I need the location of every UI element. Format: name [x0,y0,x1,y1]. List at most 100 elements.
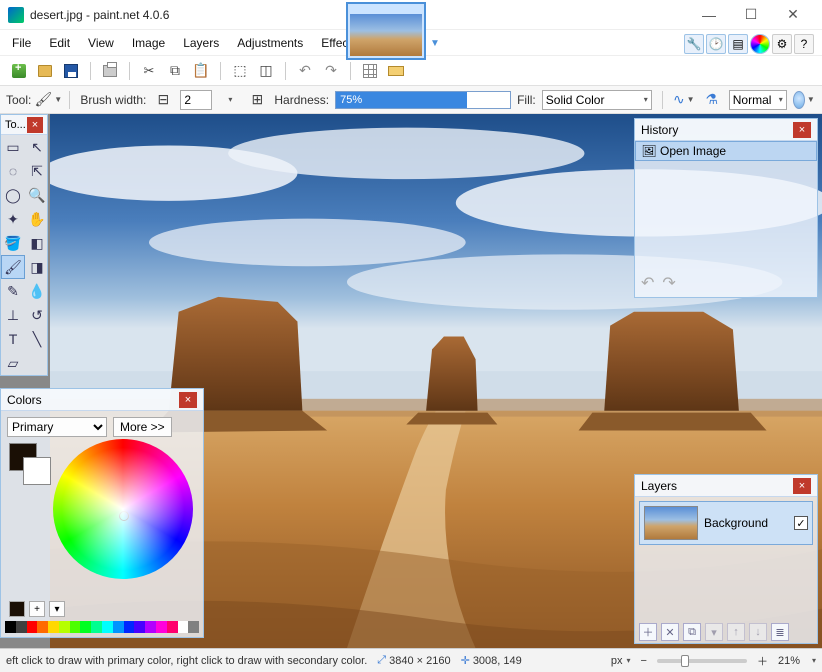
cut-button[interactable]: ✂ [138,60,160,82]
layer-moveup-button[interactable]: ↑ [727,623,745,641]
palette-swatch[interactable] [167,621,178,633]
document-tab-dropdown-icon[interactable]: ▼ [430,38,440,49]
deselect-button[interactable]: ◫ [255,60,277,82]
tool-shapes[interactable]: ▱ [1,351,25,375]
palette-swatch[interactable] [188,621,199,633]
undo-button[interactable]: ↶ [294,60,316,82]
paste-button[interactable]: 📋 [190,60,212,82]
layer-delete-button[interactable]: ✕ [661,623,679,641]
menu-view[interactable]: View [80,32,122,54]
menu-layers[interactable]: Layers [175,32,227,54]
colors-panel-close-icon[interactable]: × [179,392,197,408]
palette-menu-icon[interactable]: ▾ [49,601,65,617]
history-undo-icon[interactable]: ↶ [641,273,654,293]
palette-row[interactable] [5,621,199,633]
secondary-color-swatch[interactable] [23,457,51,485]
history-redo-icon[interactable]: ↷ [662,273,675,293]
color-wheel-cursor[interactable] [119,511,129,521]
zoom-slider[interactable] [657,659,747,663]
open-file-button[interactable] [34,60,56,82]
history-panel-close-icon[interactable]: × [793,122,811,138]
palette-current-color[interactable] [9,601,25,617]
tool-gradient[interactable]: ◧ [25,231,49,255]
print-button[interactable] [99,60,121,82]
zoom-dropdown-icon[interactable]: ▾ [812,656,816,665]
blend-mode-select[interactable]: Normal▾ [729,90,787,110]
maximize-button[interactable]: ☐ [730,1,772,29]
color-wheel[interactable] [53,439,193,579]
palette-swatch[interactable] [102,621,113,633]
save-button[interactable] [60,60,82,82]
palette-add-icon[interactable]: + [29,601,45,617]
tool-paintbrush[interactable]: 🖌 [1,255,25,279]
blend-flask-icon[interactable]: ⚗ [701,89,723,111]
tools-toggle-icon[interactable]: 🔧 [684,34,704,54]
tool-lasso-select[interactable]: ◌ [1,159,25,183]
tool-pencil[interactable]: ✎ [1,279,25,303]
tool-magic-wand[interactable]: ✦ [1,207,25,231]
hardness-slider[interactable]: 75% [335,91,511,109]
help-icon[interactable]: ? [794,34,814,54]
tool-clone-stamp[interactable]: ⊥ [1,303,25,327]
layers-panel-close-icon[interactable]: × [793,478,811,494]
menu-file[interactable]: File [4,32,39,54]
tool-pan[interactable]: ✋ [25,207,49,231]
palette-swatch[interactable] [145,621,156,633]
tools-panel-title[interactable]: To... × [1,115,47,135]
menu-image[interactable]: Image [124,32,173,54]
history-panel-titlebar[interactable]: History × [635,119,817,141]
document-tab[interactable] [346,2,426,60]
layer-properties-button[interactable]: ≣ [771,623,789,641]
brush-width-input[interactable] [180,90,212,110]
layer-visible-checkbox[interactable]: ✓ [794,516,808,530]
unit-select[interactable]: px▾ [611,655,631,667]
palette-swatch[interactable] [70,621,81,633]
tool-paint-bucket[interactable]: 🪣 [1,231,25,255]
tool-text[interactable]: T [1,327,25,351]
fill-select[interactable]: Solid Color▾ [542,90,652,110]
tool-move-selection[interactable]: ⇱ [25,159,49,183]
palette-swatch[interactable] [5,621,16,633]
tool-zoom[interactable]: 🔍 [25,183,49,207]
palette-swatch[interactable] [37,621,48,633]
palette-swatch[interactable] [134,621,145,633]
layer-merge-button[interactable]: ▾ [705,623,723,641]
brush-width-dropdown[interactable]: ▾ [218,89,240,111]
brush-width-increase[interactable]: ⊞ [246,89,268,111]
antialias-button[interactable]: ∿▼ [673,89,695,111]
history-item[interactable]: 🖼 Open Image [635,141,817,161]
colors-more-button[interactable]: More >> [113,417,172,437]
color-mode-select[interactable]: Primary [7,417,107,437]
menu-edit[interactable]: Edit [41,32,78,54]
colors-toggle-icon[interactable] [750,34,770,54]
palette-swatch[interactable] [113,621,124,633]
tool-color-picker[interactable]: 💧 [25,279,49,303]
palette-swatch[interactable] [16,621,27,633]
colors-panel-titlebar[interactable]: Colors × [1,389,203,411]
ruler-toggle-button[interactable] [385,60,407,82]
palette-swatch[interactable] [59,621,70,633]
copy-button[interactable]: ⧉ [164,60,186,82]
palette-swatch[interactable] [124,621,135,633]
tools-panel-close-icon[interactable]: × [27,117,43,133]
palette-swatch[interactable] [178,621,189,633]
tool-move-selected[interactable]: ↖ [25,135,49,159]
palette-swatch[interactable] [48,621,59,633]
palette-swatch[interactable] [80,621,91,633]
menu-adjustments[interactable]: Adjustments [229,32,311,54]
palette-swatch[interactable] [156,621,167,633]
minimize-button[interactable]: — [688,1,730,29]
palette-swatch[interactable] [27,621,38,633]
layers-toggle-icon[interactable]: ▤ [728,34,748,54]
tool-rectangle-select[interactable]: ▭ [1,135,25,159]
layer-add-button[interactable]: ＋ [639,623,657,641]
brush-width-decrease[interactable]: ⊟ [152,89,174,111]
zoom-out-button[interactable]: − [641,655,647,667]
tool-line[interactable]: ╲ [25,327,49,351]
settings-icon[interactable]: ⚙ [772,34,792,54]
tool-ellipse-select[interactable]: ◯ [1,183,25,207]
palette-swatch[interactable] [91,621,102,633]
layers-panel-titlebar[interactable]: Layers × [635,475,817,497]
layer-row[interactable]: Background ✓ [639,501,813,545]
redo-button[interactable]: ↷ [320,60,342,82]
